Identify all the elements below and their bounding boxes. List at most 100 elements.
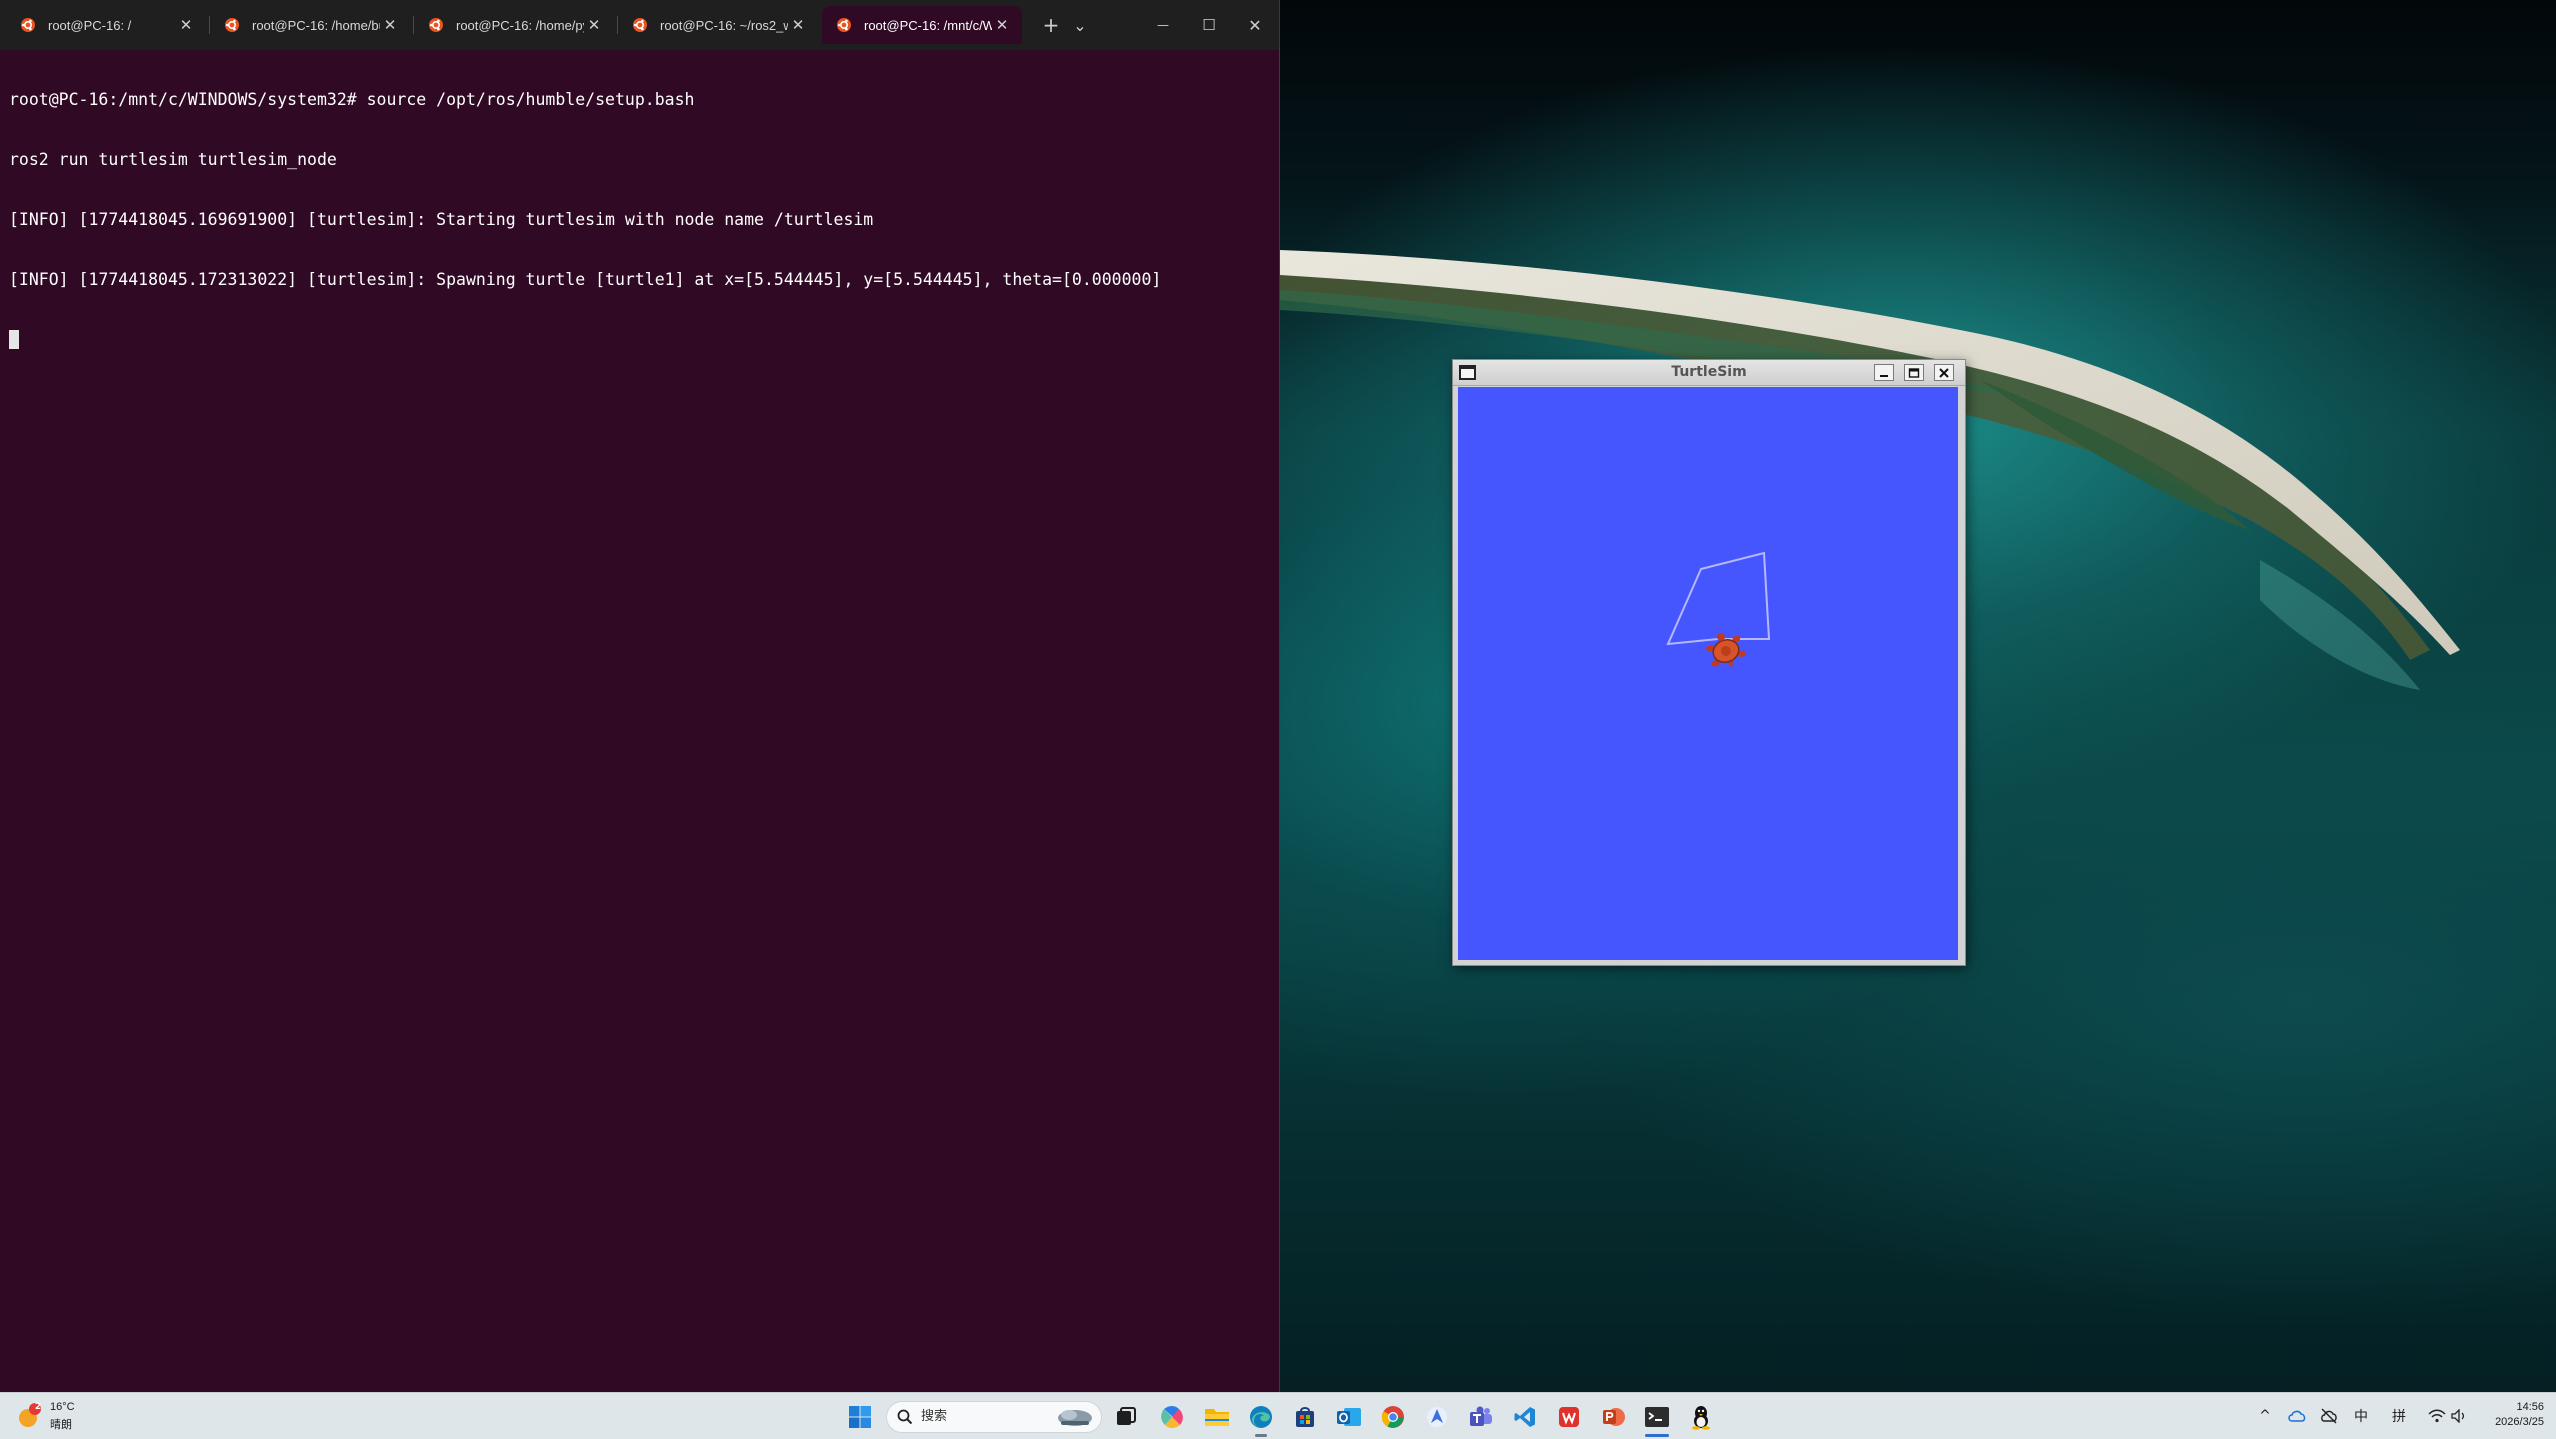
turtle-drawing [1666,551,1771,668]
windows-start-icon [849,1406,871,1428]
wifi-icon[interactable] [2426,1405,2448,1427]
tab-close-icon[interactable]: ✕ [380,16,400,34]
new-tab-button[interactable]: + [1036,6,1066,44]
vscode-button[interactable] [1509,1401,1541,1433]
ime-mode-indicator[interactable]: 拼 [2388,1405,2410,1427]
ubuntu-icon [21,18,35,32]
tab-title: root@PC-16: ~/ros2_ws [660,17,788,33]
volume-icon[interactable] [2448,1405,2470,1427]
ubuntu-icon [633,18,647,32]
wifi-signal-icon [2428,1409,2446,1423]
powerpoint-button[interactable] [1597,1401,1629,1433]
terminal-line: [INFO] [1774418045.169691900] [turtlesim… [9,210,874,229]
speaker-icon [2451,1409,2465,1423]
linux-penguin-icon [1692,1406,1710,1430]
edge-button[interactable] [1245,1401,1277,1433]
terminal-output[interactable]: root@PC-16:/mnt/c/WINDOWS/system32# sour… [9,50,1269,390]
terminal-window[interactable]: root@PC-16: / ✕ root@PC-16: /home/bul ✕ [0,0,1280,1392]
weather-widget[interactable]: 2 [14,1402,44,1432]
tab-dropdown-button[interactable]: ⌄ [1066,6,1094,44]
chrome-icon [1381,1406,1404,1428]
app-icon [1427,1407,1447,1427]
weather-badge: 2 [34,1402,42,1412]
tab-title: root@PC-16: /home/pyt [456,17,584,33]
tab-close-icon[interactable]: ✕ [788,16,808,34]
tab-title: root@PC-16: /mnt/c/WI [864,17,992,33]
start-button[interactable] [844,1401,876,1433]
teams-icon [1470,1406,1492,1426]
minimize-button[interactable]: — [1140,6,1186,44]
turtlesim-titlebar[interactable]: TurtleSim [1453,360,1965,386]
search-placeholder: 搜索 [921,1409,948,1424]
tab-close-icon[interactable]: ✕ [176,16,196,34]
tab-close-icon[interactable]: ✕ [584,16,604,34]
turtle-icon [1706,632,1746,668]
outlook-button[interactable] [1333,1401,1365,1433]
store-button[interactable] [1289,1401,1321,1433]
turtlesim-window[interactable]: TurtleSim [1453,360,1965,965]
file-explorer-button[interactable] [1201,1401,1233,1433]
tab-close-icon[interactable]: ✕ [992,16,1012,34]
sync-status-icon[interactable] [2318,1405,2340,1427]
ime-language-indicator[interactable]: 中 [2350,1405,2372,1427]
task-view-icon [1117,1407,1136,1425]
cloud-icon [2288,1410,2306,1422]
folder-icon [1205,1409,1229,1426]
tab-mnt-c-windows[interactable]: root@PC-16: /mnt/c/WI ✕ [822,6,1022,44]
terminal-line: ros2 run turtlesim turtlesim_node [9,150,337,169]
store-icon [1296,1407,1314,1427]
search-icon [897,1409,913,1425]
terminal-line: root@PC-16:/mnt/c/WINDOWS/system32# sour… [9,90,695,109]
clock-time[interactable]: 14:56 [2516,1401,2544,1413]
copilot-button[interactable] [1156,1401,1188,1433]
minimize-button[interactable] [1874,364,1894,381]
edge-icon [1250,1406,1272,1428]
tab-home-bul[interactable]: root@PC-16: /home/bul ✕ [210,6,410,44]
minimize-icon [1880,374,1888,377]
terminal-tab-bar: root@PC-16: / ✕ root@PC-16: /home/bul ✕ [0,0,1279,50]
taskbar: 2 16°C 晴朗 搜索 ^ 中 拼 14:56 2026/3/25 [0,1392,2556,1439]
terminal-button[interactable] [1641,1401,1673,1433]
linux-button[interactable] [1685,1401,1717,1433]
tab-root[interactable]: root@PC-16: / ✕ [6,6,206,44]
maximize-button[interactable]: ☐ [1186,6,1232,44]
clock-date[interactable]: 2026/3/25 [2495,1416,2544,1428]
search-highlight-icon [1058,1410,1092,1426]
wps-button[interactable] [1553,1401,1585,1433]
chrome-button[interactable] [1377,1401,1409,1433]
weather-condition[interactable]: 晴朗 [50,1416,72,1432]
cloud-off-icon [2321,1408,2337,1424]
terminal-icon [1645,1407,1669,1427]
task-view-button[interactable] [1110,1401,1142,1433]
ubuntu-icon [225,18,239,32]
active-indicator [1645,1434,1669,1437]
terminal-prompt-line[interactable] [9,330,1269,350]
powerpoint-icon [1603,1408,1625,1426]
turtle-trail [1666,551,1771,646]
terminal-line: [INFO] [1774418045.172313022] [turtlesim… [9,270,1162,289]
text-cursor [9,330,19,349]
tray-overflow-chevron[interactable]: ^ [2256,1405,2274,1427]
taskbar-search[interactable]: 搜索 [886,1401,1102,1433]
close-button[interactable] [1934,364,1954,381]
running-indicator [1255,1434,1267,1437]
turtlesim-canvas [1458,387,1958,960]
close-icon [1939,367,1949,378]
tab-title: root@PC-16: /home/bul [252,17,380,33]
tab-ros2-ws[interactable]: root@PC-16: ~/ros2_ws ✕ [618,6,818,44]
maximize-button[interactable] [1904,364,1924,381]
wps-icon [1559,1407,1579,1427]
app-button[interactable] [1421,1401,1453,1433]
onedrive-icon[interactable] [2286,1405,2308,1427]
teams-button[interactable] [1465,1401,1497,1433]
tab-title: root@PC-16: / [48,17,132,33]
ubuntu-icon [837,18,851,32]
copilot-icon [1161,1406,1183,1428]
maximize-icon [1908,367,1920,378]
ubuntu-icon [429,18,443,32]
vscode-icon [1514,1407,1535,1427]
weather-temperature[interactable]: 16°C [50,1401,75,1413]
close-button[interactable]: ✕ [1232,6,1278,44]
outlook-icon [1337,1408,1361,1426]
tab-home-pyt[interactable]: root@PC-16: /home/pyt ✕ [414,6,614,44]
